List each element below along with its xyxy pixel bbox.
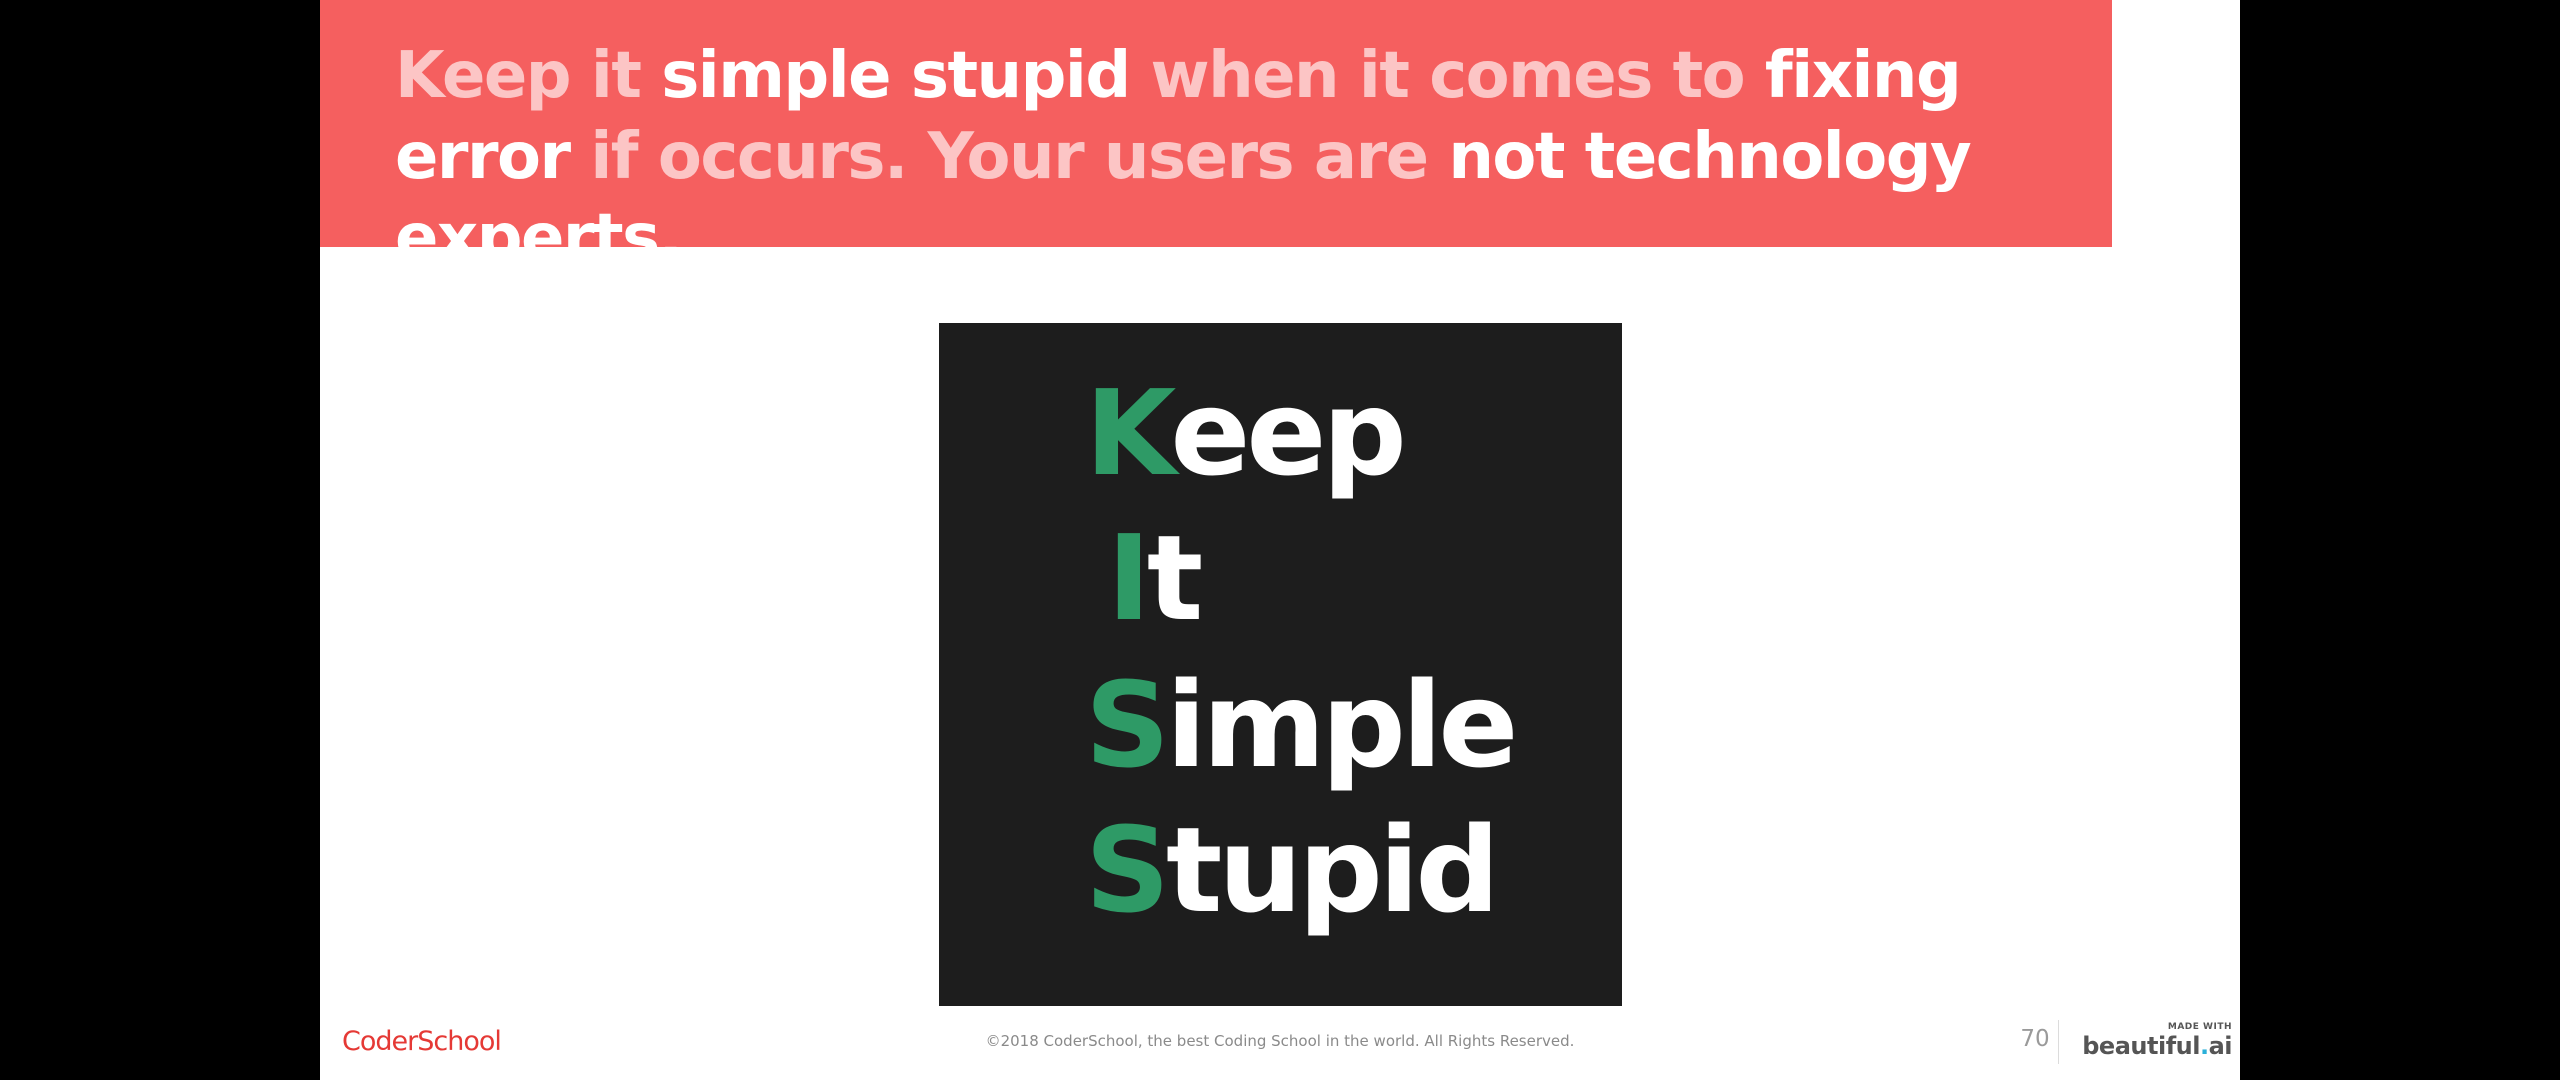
- headline: Keep it simple stupid when it comes to f…: [395, 36, 2095, 279]
- brand-suffix: ai: [2208, 1032, 2233, 1060]
- headline-segment: Keep it: [395, 39, 662, 113]
- kiss-initial: S: [1085, 801, 1170, 939]
- kiss-rest: imple: [1166, 656, 1518, 794]
- brand-dot: .: [2199, 1032, 2209, 1060]
- kiss-rest: eep: [1170, 364, 1407, 502]
- headline-segment-emphasis: .: [658, 201, 683, 275]
- headline-banner: Keep it simple stupid when it comes to f…: [320, 0, 2112, 275]
- footer-divider: [2058, 1020, 2059, 1064]
- copyright-text: ©2018 CoderSchool, the best Coding Schoo…: [985, 1032, 1575, 1050]
- headline-segment-emphasis: simple stupid: [661, 39, 1131, 113]
- kiss-initial: I: [1107, 509, 1151, 647]
- kiss-initial: K: [1085, 364, 1174, 502]
- kiss-word-simple: Simple: [1085, 665, 1518, 785]
- kiss-word-keep: Keep: [1085, 373, 1407, 493]
- made-with-label: MADE WITH: [2167, 1022, 2232, 1032]
- kiss-initial: S: [1085, 656, 1170, 794]
- kiss-word-it: It: [1107, 518, 1203, 638]
- kiss-rest: t: [1146, 509, 1203, 647]
- kiss-image: Keep It Simple Stupid: [939, 323, 1622, 1006]
- brand-name: beautiful: [2082, 1032, 2200, 1060]
- kiss-rest: tupid: [1166, 801, 1500, 939]
- page-number: 70: [2020, 1026, 2050, 1052]
- headline-segment: when it comes to: [1129, 39, 1765, 113]
- kiss-word-stupid: Stupid: [1085, 810, 1500, 930]
- made-with-beautiful-ai-badge[interactable]: beautiful.ai: [2082, 1032, 2232, 1060]
- headline-segment: if occurs. Your users are: [569, 120, 1449, 194]
- slide: Keep it simple stupid when it comes to f…: [320, 0, 2240, 1080]
